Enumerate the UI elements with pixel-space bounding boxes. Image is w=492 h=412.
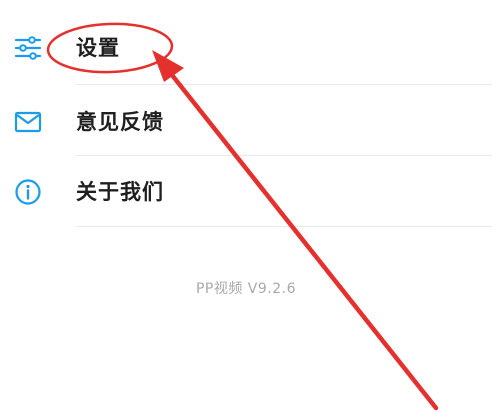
menu-item-feedback[interactable]: 意见反馈 [0,92,492,152]
menu-item-feedback-label: 意见反馈 [76,110,164,134]
divider [76,226,492,227]
divider [76,84,492,85]
settings-menu-screen: 设置 意见反馈 关于我们 PP视频 V9.2.6 [0,0,492,412]
menu-item-about[interactable]: 关于我们 [0,162,492,222]
divider [76,155,492,156]
info-icon [13,177,43,207]
menu-item-about-label: 关于我们 [76,180,164,204]
app-version-text: PP视频 V9.2.6 [195,281,297,297]
mail-icon [13,107,43,137]
menu-item-settings-label: 设置 [76,36,120,60]
menu-item-settings[interactable]: 设置 [0,18,492,78]
sliders-icon [13,33,43,63]
